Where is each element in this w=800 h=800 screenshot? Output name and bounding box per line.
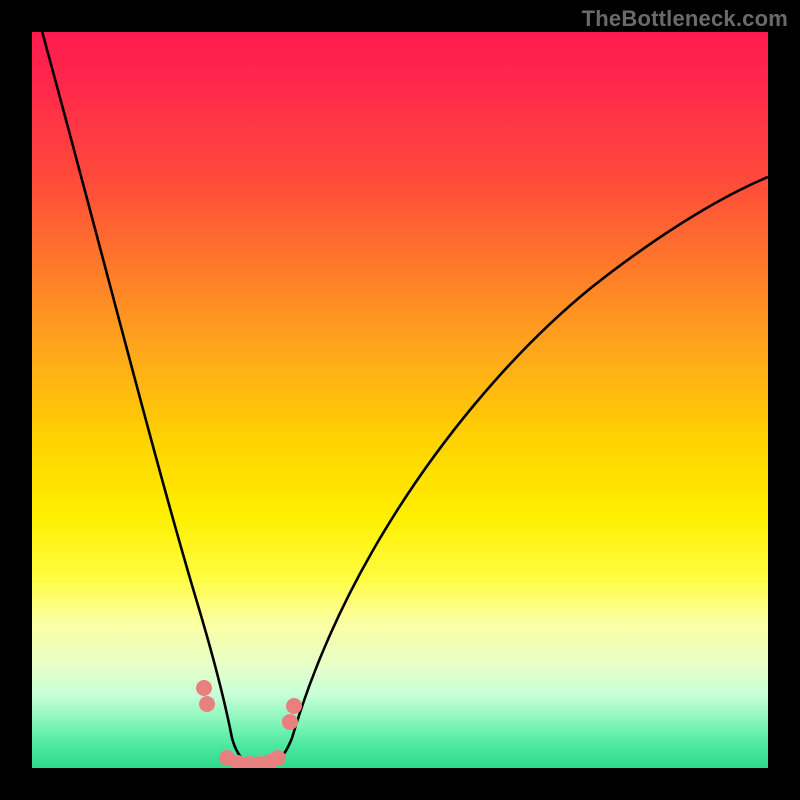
marker-dot (196, 680, 212, 696)
marker-dot (270, 750, 286, 766)
plot-area (32, 32, 768, 768)
marker-dot (199, 696, 215, 712)
bottleneck-curve (34, 32, 768, 766)
marker-group (196, 680, 302, 768)
watermark-text: TheBottleneck.com (582, 6, 788, 32)
marker-dot (286, 698, 302, 714)
curve-svg (32, 32, 768, 768)
chart-frame: TheBottleneck.com (0, 0, 800, 800)
marker-dot (282, 714, 298, 730)
